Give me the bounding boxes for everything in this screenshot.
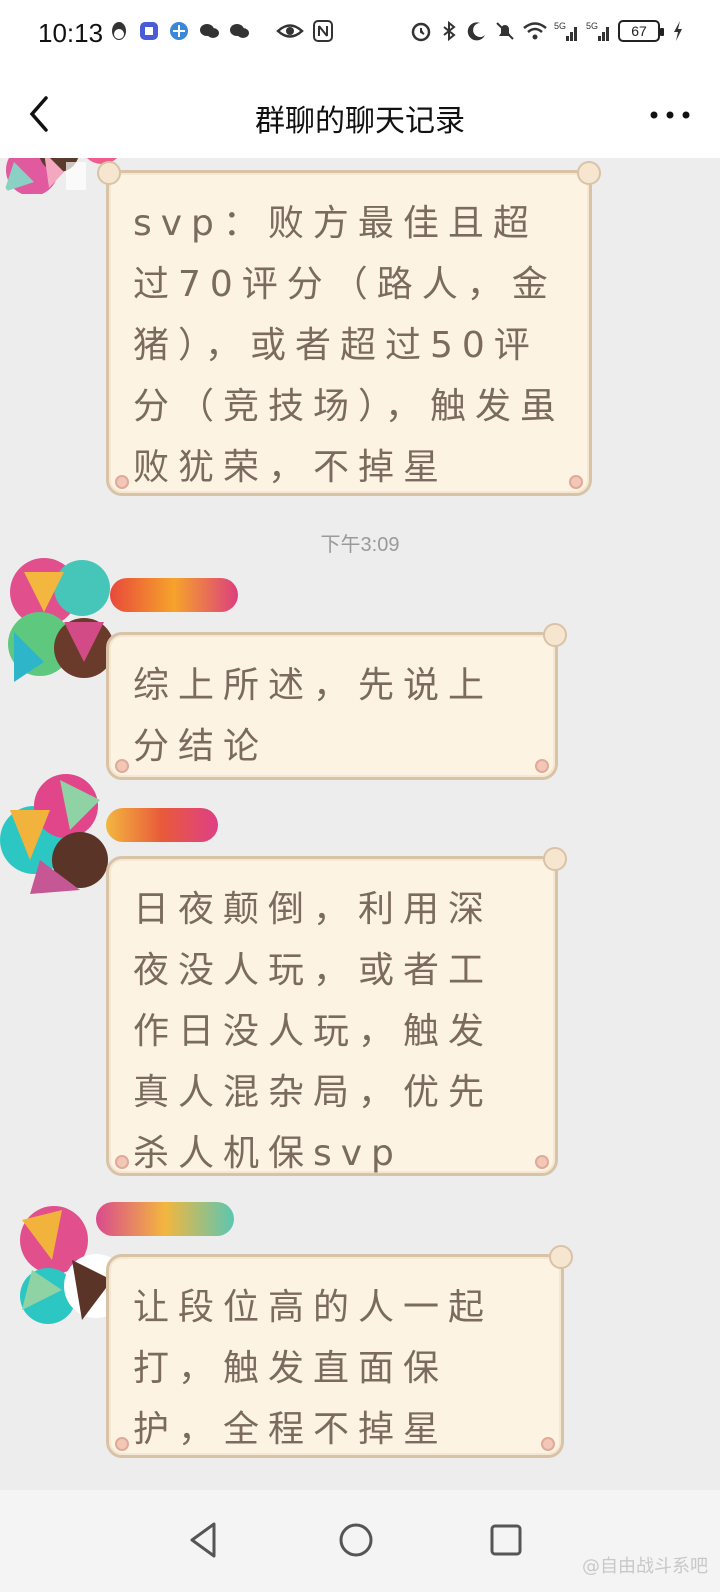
nfc-icon <box>313 20 333 42</box>
wifi-icon <box>523 22 547 40</box>
message-text: 让段位高的人一起打，触发直面保护，全程不掉星 <box>133 1287 494 1450</box>
app-badge-icon <box>140 22 158 40</box>
wechat-icon-2 <box>230 24 249 38</box>
charging-icon <box>674 21 682 41</box>
bubble-decoration <box>569 475 583 489</box>
wechat-icon <box>200 24 219 38</box>
bubble-decoration <box>549 1245 573 1269</box>
eye-icon <box>276 24 304 38</box>
svg-text:5G: 5G <box>554 21 566 31</box>
bubble-decoration <box>535 1155 549 1169</box>
bubble-decoration <box>543 847 567 871</box>
bubble-decoration <box>577 161 601 185</box>
bubble-decoration <box>535 759 549 773</box>
message-text: 日夜颠倒，利用深夜没人玩，或者工作日没人玩，触发真人混杂局，优先杀人机保svp <box>133 889 494 1174</box>
signal-5g-icon-2: 5G <box>586 21 609 41</box>
message-bubble[interactable]: svp：败方最佳且超过70评分（路人，金猪），或者超过50评分（竞技场），触发虽… <box>97 161 601 496</box>
message-bubble[interactable]: 让段位高的人一起打，触发直面保护，全程不掉星 <box>106 1245 573 1458</box>
mute-bell-icon <box>496 22 514 40</box>
nickname-blob <box>106 808 218 842</box>
circle-home-icon[interactable] <box>334 1518 378 1562</box>
bubble-decoration <box>115 1155 129 1169</box>
status-time: 10:13 <box>38 18 104 48</box>
page-title: 群聊的聊天记录 <box>255 104 465 139</box>
qq-penguin-icon <box>112 22 126 40</box>
message-bubble[interactable]: 日夜颠倒，利用深夜没人玩，或者工作日没人玩，触发真人混杂局，优先杀人机保svp <box>106 847 567 1176</box>
watermark-text: @自由战斗系吧 <box>582 1556 708 1577</box>
alarm-icon <box>411 22 431 42</box>
message-text: 综上所述，先说上分结论 <box>133 665 494 767</box>
signal-5g-icon: 5G <box>554 21 577 41</box>
bluetooth-icon <box>443 20 456 42</box>
nickname-blob <box>96 1202 234 1236</box>
message-text: svp：败方最佳且超过70评分（路人，金猪），或者超过50评分（竞技场），触发虽… <box>133 203 566 488</box>
status-bar: 10:13 5G 5G 67 <box>0 0 720 70</box>
avatar[interactable] <box>4 552 116 684</box>
bubble-decoration <box>115 759 129 773</box>
battery-indicator: 67 <box>618 20 664 42</box>
avatar[interactable] <box>0 770 116 894</box>
bubble-decoration <box>115 1437 129 1451</box>
more-button[interactable] <box>648 100 692 130</box>
bubble-decoration <box>115 475 129 489</box>
bubble-decoration <box>97 161 121 185</box>
bubble-decoration <box>543 623 567 647</box>
notification-icons <box>108 20 334 42</box>
title-bar: 群聊的聊天记录 <box>0 70 720 158</box>
chat-area[interactable]: svp：败方最佳且超过70评分（路人，金猪），或者超过50评分（竞技场），触发虽… <box>0 158 720 1490</box>
moon-icon <box>467 22 485 41</box>
svg-text:5G: 5G <box>586 21 598 31</box>
triangle-back-icon[interactable] <box>182 1518 226 1562</box>
message-bubble[interactable]: 综上所述，先说上分结论 <box>106 623 567 780</box>
navigation-bar: @自由战斗系吧 <box>0 1490 720 1592</box>
system-status-icons: 5G 5G 67 <box>410 20 684 42</box>
nickname-blob <box>110 578 238 612</box>
square-recent-icon[interactable] <box>484 1518 528 1562</box>
browser-icon <box>170 22 188 40</box>
bubble-decoration <box>541 1437 555 1451</box>
